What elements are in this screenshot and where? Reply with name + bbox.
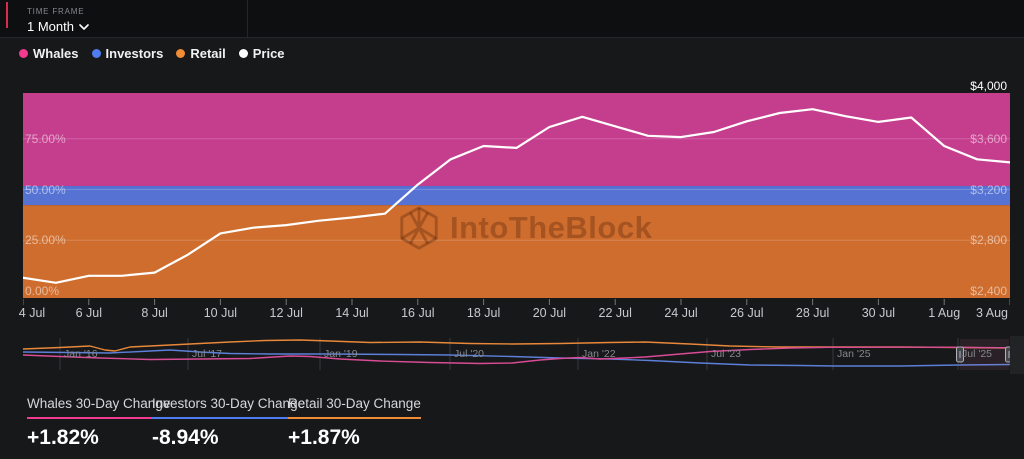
- top-bar: TIME FRAME 1 Month: [0, 0, 1024, 38]
- topbar-divider: [247, 0, 248, 37]
- investors-area: [23, 186, 1010, 205]
- stat-value: +1.82%: [27, 426, 170, 450]
- stat-label: Investors 30-Day Change: [152, 396, 305, 419]
- nav-axis-label: Jan '25: [837, 348, 871, 360]
- y-axis-label: $4,000: [970, 79, 1007, 93]
- x-axis-label: 16 Jul: [388, 306, 448, 320]
- x-axis-label: 20 Jul: [519, 306, 579, 320]
- nav-axis-label: Jan '22: [582, 348, 616, 360]
- y-axis-label: 25.00%: [25, 233, 66, 247]
- x-axis-label: 22 Jul: [585, 306, 645, 320]
- nav-axis-label: Jul '23: [711, 348, 741, 360]
- x-axis-label: 4 Jul: [2, 306, 62, 320]
- stat-whales-change: Whales 30-Day Change +1.82%: [27, 395, 170, 450]
- legend-label: Investors: [106, 46, 164, 61]
- timeframe-value: 1 Month: [27, 19, 74, 34]
- x-axis-label: 14 Jul: [322, 306, 382, 320]
- stat-label: Retail 30-Day Change: [288, 396, 421, 419]
- y-axis-label: $3,600: [970, 132, 1007, 146]
- y-axis-label: 0.00%: [25, 284, 59, 298]
- navigator-right-track: [1010, 336, 1024, 374]
- nav-axis-label: Jan '19: [324, 348, 358, 360]
- retail-dot-icon: [176, 49, 185, 58]
- whales-area: [23, 93, 1010, 186]
- whales-dot-icon: [19, 49, 28, 58]
- x-axis-label: 30 Jul: [848, 306, 908, 320]
- legend: Whales Investors Retail Price: [19, 38, 285, 68]
- legend-label: Price: [253, 46, 285, 61]
- x-axis-label: 18 Jul: [454, 306, 514, 320]
- timeframe-dropdown[interactable]: 1 Month: [27, 19, 89, 34]
- y-axis-label: $2,800: [970, 233, 1007, 247]
- legend-label: Retail: [190, 46, 225, 61]
- legend-item-retail[interactable]: Retail: [176, 46, 225, 61]
- legend-item-price[interactable]: Price: [239, 46, 285, 61]
- main-stacked-area-chart[interactable]: [23, 88, 1010, 305]
- timeframe-label: TIME FRAME: [27, 7, 84, 16]
- nav-axis-label: Jul '25: [962, 348, 992, 360]
- price-dot-icon: [239, 49, 248, 58]
- nav-axis-label: Jul '17: [192, 348, 222, 360]
- legend-item-whales[interactable]: Whales: [19, 46, 79, 61]
- x-axis-label: 8 Jul: [125, 306, 185, 320]
- investors-dot-icon: [92, 49, 101, 58]
- y-axis-label: $3,200: [970, 183, 1007, 197]
- nav-axis-label: Jan '16: [64, 348, 98, 360]
- x-axis-label: 12 Jul: [256, 306, 316, 320]
- legend-label: Whales: [33, 46, 79, 61]
- chevron-down-icon: [79, 24, 89, 30]
- stat-investors-change: Investors 30-Day Change -8.94%: [152, 395, 305, 450]
- x-axis-label: 3 Aug: [962, 306, 1022, 320]
- x-axis-label: 6 Jul: [59, 306, 119, 320]
- stat-value: -8.94%: [152, 426, 305, 450]
- x-axis-label: 26 Jul: [717, 306, 777, 320]
- x-axis-label: 10 Jul: [190, 306, 250, 320]
- retail-area: [23, 205, 1010, 298]
- y-axis-label: $2,400: [970, 284, 1007, 298]
- x-axis-label: 28 Jul: [783, 306, 843, 320]
- legend-item-investors[interactable]: Investors: [92, 46, 164, 61]
- stat-label: Whales 30-Day Change: [27, 396, 170, 419]
- red-accent-bar: [6, 2, 8, 28]
- stat-retail-change: Retail 30-Day Change +1.87%: [288, 395, 421, 450]
- nav-axis-label: Jul '20: [454, 348, 484, 360]
- y-axis-label: 50.00%: [25, 183, 66, 197]
- stat-value: +1.87%: [288, 426, 421, 450]
- y-axis-label: 75.00%: [25, 132, 66, 146]
- x-axis-label: 24 Jul: [651, 306, 711, 320]
